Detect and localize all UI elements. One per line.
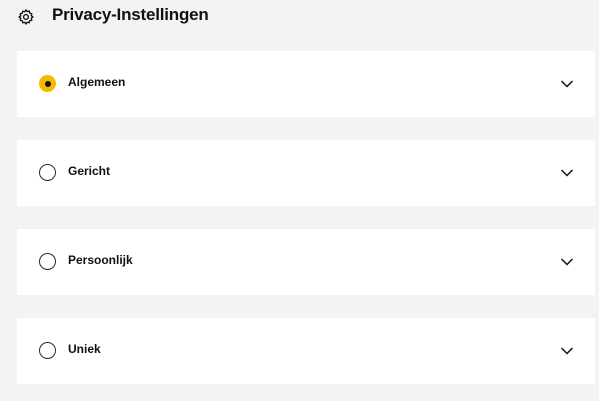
radio-button-algemeen[interactable] [39,75,56,92]
option-panel-algemeen[interactable]: Algemeen [17,51,595,117]
radio-button-gericht[interactable] [39,164,56,181]
option-panel-persoonlijk[interactable]: Persoonlijk [17,229,595,295]
chevron-down-icon[interactable] [560,168,574,178]
radio-button-persoonlijk[interactable] [39,253,56,270]
radio-button-uniek[interactable] [39,342,56,359]
chevron-down-icon[interactable] [560,79,574,89]
chevron-down-icon[interactable] [560,257,574,267]
option-label: Persoonlijk [68,253,133,267]
option-label: Gericht [68,164,111,178]
gear-icon [18,9,34,25]
option-label: Uniek [68,342,101,356]
option-panel-gericht[interactable]: Gericht [17,140,595,206]
chevron-down-icon[interactable] [560,346,574,356]
page-title: Privacy-Instellingen [52,5,209,24]
option-panel-uniek[interactable]: Uniek [17,318,595,384]
settings-header: Privacy-Instellingen [0,0,599,40]
option-label: Algemeen [68,75,126,89]
